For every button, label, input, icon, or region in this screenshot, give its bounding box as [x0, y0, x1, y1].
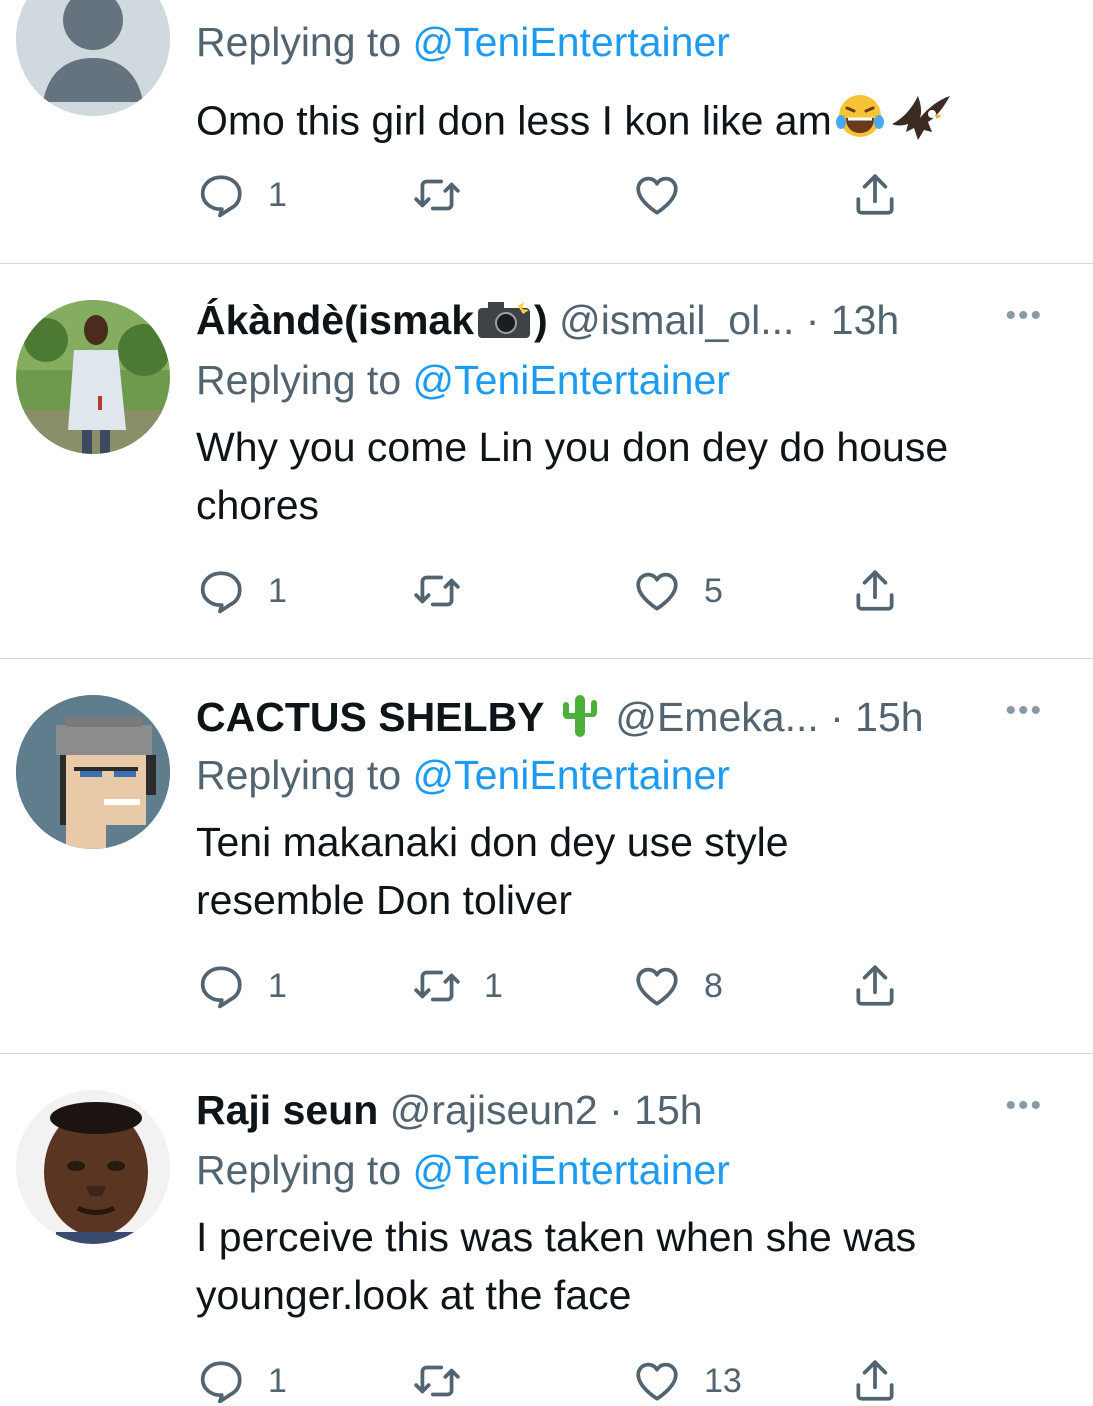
tweet-header: Raji seun @rajiseun2 · 15h •••: [196, 1086, 1043, 1134]
tweet-header: Ákàndè(ismak) @ismail_ol... · 13h •••: [196, 296, 1043, 344]
timestamp[interactable]: · 15h: [819, 694, 923, 740]
tweet-actions: 1: [196, 170, 956, 220]
reply-button[interactable]: 1: [196, 566, 287, 616]
like-button[interactable]: 5: [632, 566, 723, 616]
retweet-icon: [412, 170, 462, 220]
heart-icon: [632, 170, 682, 220]
share-icon: [850, 566, 900, 616]
tweet-text: Omo this girl don less I kon like am: [196, 88, 1043, 159]
replying-to: Replying to @TeniEntertainer: [196, 752, 730, 798]
more-options-icon[interactable]: •••: [1005, 1082, 1043, 1130]
share-button[interactable]: [850, 1356, 900, 1406]
reply-icon: [196, 1356, 246, 1406]
cactus-emoji-icon: [556, 691, 604, 749]
retweet-icon: [412, 961, 462, 1011]
like-button[interactable]: [632, 170, 704, 220]
tweet-text: Why you come Lin you don dey do house ch…: [196, 424, 949, 528]
mention-link[interactable]: @TeniEntertainer: [413, 19, 730, 65]
camera-flash-emoji-icon: [474, 296, 534, 350]
mention-link[interactable]: @TeniEntertainer: [413, 357, 730, 403]
reply-icon: [196, 566, 246, 616]
laughing-emoji-icon: [832, 92, 888, 155]
share-button[interactable]: [850, 170, 900, 220]
timestamp[interactable]: · 13h: [794, 297, 899, 343]
reply-icon: [196, 170, 246, 220]
tweet-text: I perceive this was taken when she was y…: [196, 1214, 917, 1318]
retweet-button[interactable]: [412, 170, 484, 220]
user-handle[interactable]: @rajiseun2: [390, 1087, 598, 1133]
tweet-actions: 1 1 8: [196, 961, 956, 1011]
like-button[interactable]: 13: [632, 1356, 742, 1406]
share-icon: [850, 170, 900, 220]
retweet-button[interactable]: [412, 566, 484, 616]
tweet-actions: 1 13: [196, 1356, 956, 1406]
tweet-header: CACTUS SHELBY @Emeka... · 15h •••: [196, 691, 1043, 740]
user-avatar[interactable]: [16, 300, 170, 454]
reply-button[interactable]: 1: [196, 170, 287, 220]
replying-to: Replying to @TeniEntertainer: [196, 357, 730, 403]
eagle-emoji-icon: [888, 88, 952, 159]
tweet-actions: 1 5: [196, 566, 956, 616]
replying-to: Replying to @TeniEntertainer: [196, 19, 730, 65]
heart-icon: [632, 566, 682, 616]
more-options-icon[interactable]: •••: [1005, 292, 1043, 340]
tweet-text: Teni makanaki don dey use style resemble…: [196, 819, 789, 923]
tweet[interactable]: Ákàndè(ismak) @ismail_ol... · 13h ••• Re…: [0, 264, 1093, 658]
heart-icon: [632, 1356, 682, 1406]
mention-link[interactable]: @TeniEntertainer: [413, 752, 730, 798]
retweet-button[interactable]: 1: [412, 961, 503, 1011]
share-icon: [850, 961, 900, 1011]
user-handle[interactable]: @ismail_ol...: [559, 297, 794, 343]
reply-button[interactable]: 1: [196, 961, 287, 1011]
reply-button[interactable]: 1: [196, 1356, 287, 1406]
user-handle[interactable]: @Emeka...: [615, 694, 818, 740]
user-avatar[interactable]: [16, 1090, 170, 1244]
tweet[interactable]: Raji seun @rajiseun2 · 15h ••• Replying …: [0, 1054, 1093, 1405]
mention-link[interactable]: @TeniEntertainer: [413, 1147, 730, 1193]
default-avatar-icon[interactable]: [16, 0, 170, 116]
share-icon: [850, 1356, 900, 1406]
user-avatar[interactable]: [16, 695, 170, 849]
retweet-icon: [412, 1356, 462, 1406]
tweet[interactable]: CACTUS SHELBY @Emeka... · 15h ••• Replyi…: [0, 659, 1093, 1053]
display-name[interactable]: CACTUS SHELBY: [196, 694, 545, 740]
timestamp[interactable]: · 15h: [598, 1087, 702, 1133]
like-button[interactable]: 8: [632, 961, 723, 1011]
more-options-icon[interactable]: •••: [1005, 687, 1043, 735]
heart-icon: [632, 961, 682, 1011]
retweet-button[interactable]: [412, 1356, 484, 1406]
retweet-icon: [412, 566, 462, 616]
share-button[interactable]: [850, 566, 900, 616]
replying-to: Replying to @TeniEntertainer: [196, 1147, 730, 1193]
display-name[interactable]: Raji seun: [196, 1087, 378, 1133]
display-name[interactable]: Ákàndè(ismak: [196, 297, 474, 343]
reply-icon: [196, 961, 246, 1011]
tweet[interactable]: Replying to @TeniEntertainer Omo this gi…: [0, 0, 1093, 262]
share-button[interactable]: [850, 961, 900, 1011]
